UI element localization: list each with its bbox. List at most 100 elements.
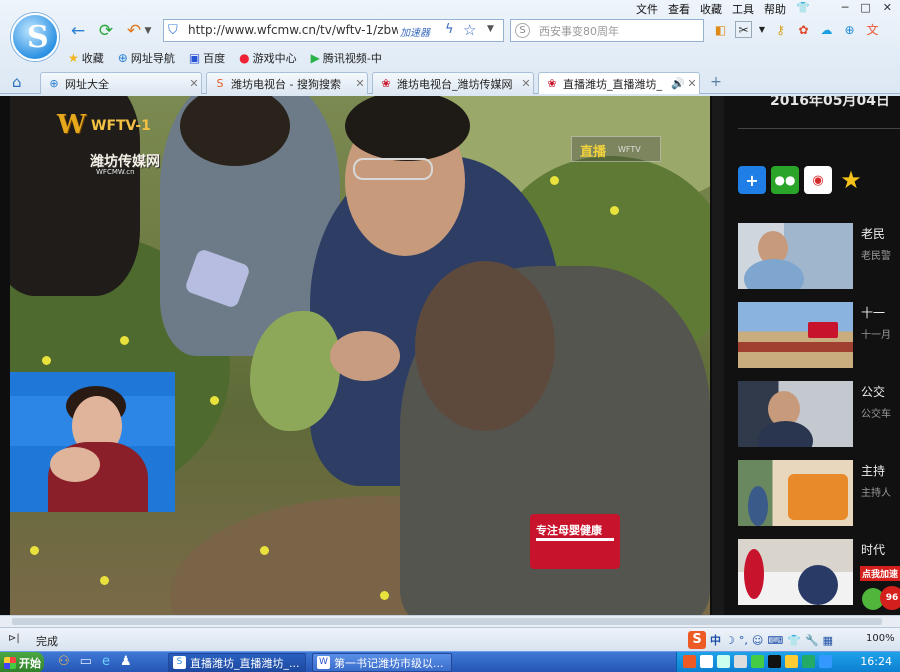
users-icon[interactable]: ⚇ [58, 654, 70, 669]
sogou-ime-tray-icon[interactable] [683, 655, 696, 668]
video-icon: ▶ [310, 51, 320, 65]
gift-icon[interactable]: ✿ [795, 21, 812, 38]
sidebar-video-item[interactable]: 主持 主持人 [738, 460, 900, 526]
ie-icon[interactable]: e [102, 654, 110, 669]
back-icon[interactable]: ← [66, 20, 90, 42]
chevron-down-icon[interactable]: ▼ [758, 21, 766, 38]
chevron-down-icon[interactable]: ▼ [487, 24, 494, 34]
tab-wftv-site[interactable]: ❀ 潍坊电视台_潍坊传媒网 ✕ [372, 72, 534, 94]
close-icon[interactable]: ✕ [353, 77, 367, 90]
download-icon[interactable]: ⤓ [895, 21, 900, 38]
sogou-browser-logo[interactable]: S [11, 13, 59, 61]
accelerator-button[interactable]: 加速器 [400, 24, 430, 39]
chevron-down-icon[interactable]: ▼ [142, 20, 154, 42]
close-icon[interactable]: ✕ [187, 77, 201, 90]
minimize-button[interactable]: ─ [842, 1, 849, 14]
search-plus-icon[interactable]: ⊕ [841, 21, 858, 38]
thumb-bus [788, 474, 848, 520]
scissors-icon[interactable]: ✂ [735, 21, 752, 38]
favorite-star-icon[interactable]: ★ [837, 166, 865, 194]
key-icon[interactable]: ⚷ [772, 21, 789, 38]
start-button[interactable]: 开始 [0, 652, 44, 672]
ime-mode-label[interactable]: 中 [710, 632, 721, 648]
zoom-level[interactable]: 100% [866, 633, 895, 644]
ime-mode-tray-icon[interactable] [700, 655, 713, 668]
window-controls: ─ □ ✕ [842, 1, 892, 14]
lightning-icon[interactable]: ϟ [445, 22, 454, 37]
video-thumbnail[interactable] [738, 223, 853, 289]
wrench-icon[interactable]: 🔧 [805, 634, 819, 647]
tab-live-weifang[interactable]: ❀ 直播潍坊_直播潍坊_ 🔊 ✕ [538, 72, 700, 94]
baidu-icon: ▣ [188, 51, 201, 65]
clock[interactable]: 16:24 [860, 655, 892, 668]
taskbar-item-word[interactable]: W 第一书记潍坊市级以... [312, 653, 452, 672]
bookmark-nav[interactable]: ⊕ 网址导航 [118, 50, 175, 66]
video-thumbnail[interactable] [738, 460, 853, 526]
weibo-icon[interactable]: ◉ [804, 166, 832, 194]
new-tab-button[interactable]: + [706, 74, 726, 92]
close-icon[interactable]: ✕ [519, 77, 533, 90]
sidebar-video-item[interactable]: 公交 公交车 [738, 381, 900, 447]
sogou-ime-icon[interactable]: S [688, 631, 706, 649]
video-thumbnail[interactable] [738, 381, 853, 447]
emoji-icon[interactable]: ☺ [752, 634, 763, 647]
maximize-button[interactable]: □ [860, 1, 870, 14]
menu-file[interactable]: 文件 [636, 1, 658, 16]
video-thumbnail[interactable] [738, 539, 853, 605]
menu-help[interactable]: 帮助 [764, 1, 786, 16]
moon-icon[interactable]: ☽ [725, 634, 735, 647]
menu-tools[interactable]: 工具 [732, 1, 754, 16]
extension-icon[interactable]: ◧ [712, 21, 729, 38]
skin-icon[interactable]: 👕 [787, 634, 801, 647]
refresh-icon[interactable]: ⟳ [94, 20, 118, 42]
network-icon[interactable] [717, 655, 730, 668]
tray-icons [683, 655, 832, 668]
scrollbar-thumb[interactable] [12, 618, 882, 625]
video-scrollbar[interactable] [712, 96, 724, 615]
close-icon[interactable]: ✕ [685, 77, 699, 90]
menu-favorites[interactable]: 收藏 [700, 1, 722, 16]
sidebar-toggle-icon[interactable]: ⊳| [8, 633, 20, 644]
video-thumbnail[interactable] [738, 302, 853, 368]
bookmark-games[interactable]: ● 游戏中心 [239, 50, 296, 66]
bookmark-star-icon[interactable]: ☆ [463, 21, 476, 39]
qq-tray-icon[interactable] [768, 655, 781, 668]
sidebar-video-item[interactable]: 十一 十一月 [738, 302, 900, 368]
translate-icon[interactable]: 文 [864, 21, 881, 38]
show-desktop-icon[interactable]: ▭ [80, 654, 92, 669]
cloud-icon[interactable]: ☁ [818, 21, 835, 38]
bookmark-baidu[interactable]: ▣ 百度 [189, 50, 225, 66]
taskbar-item-browser[interactable]: S 直播潍坊_直播潍坊_... [168, 653, 306, 672]
horizontal-scrollbar[interactable] [0, 615, 900, 627]
tab-site-directory[interactable]: ⊕ 网址大全 ✕ [40, 72, 202, 94]
keyboard-icon[interactable]: ⌨ [767, 634, 783, 647]
video-scene-flower [100, 576, 109, 585]
speaker-icon[interactable]: 🔊 [671, 77, 685, 90]
speedup-widget[interactable]: 点我加速 96 [858, 566, 900, 610]
close-button[interactable]: ✕ [883, 1, 892, 14]
search-engine-icon[interactable]: S [515, 23, 530, 38]
wechat-icon[interactable]: ●● [771, 166, 799, 194]
live-video-player[interactable]: W WFTV-1 潍坊传媒网 WFCMW.cn 直播 WFTV 专注母婴健康 [10, 96, 710, 615]
security-icon[interactable] [751, 655, 764, 668]
menu-view[interactable]: 查看 [668, 1, 690, 16]
search-input[interactable]: 西安事变80周年 [539, 23, 619, 39]
search-box[interactable]: S 西安事变80周年 [510, 19, 704, 42]
plus-share-icon[interactable]: + [738, 166, 766, 194]
home-icon[interactable]: ⌂ [12, 73, 22, 91]
grid-icon[interactable]: ▦ [823, 634, 833, 647]
url-input[interactable]: http://www.wfcmw.cn/tv/wftv-1/zbwf [188, 23, 398, 37]
tab-sogou-search[interactable]: S 潍坊电视台 - 搜狗搜索 ✕ [206, 72, 368, 94]
address-bar[interactable]: ⛉ http://www.wfcmw.cn/tv/wftv-1/zbwf 加速器… [163, 19, 504, 42]
bookmark-tencent-video[interactable]: ▶ 腾讯视频-中 [311, 50, 382, 66]
volume-icon[interactable] [734, 655, 747, 668]
game-icon: ● [239, 51, 250, 65]
bookmark-favorites[interactable]: ★ 收藏 [68, 50, 104, 66]
qq-icon[interactable]: ♟ [120, 654, 132, 669]
shield-tray-icon[interactable] [819, 655, 832, 668]
sidebar-video-item[interactable]: 老民 老民警 [738, 223, 900, 289]
antivirus-icon[interactable] [802, 655, 815, 668]
skin-icon[interactable]: 👕 [796, 1, 810, 16]
punctuation-icon[interactable]: °, [739, 634, 748, 647]
update-icon[interactable] [785, 655, 798, 668]
